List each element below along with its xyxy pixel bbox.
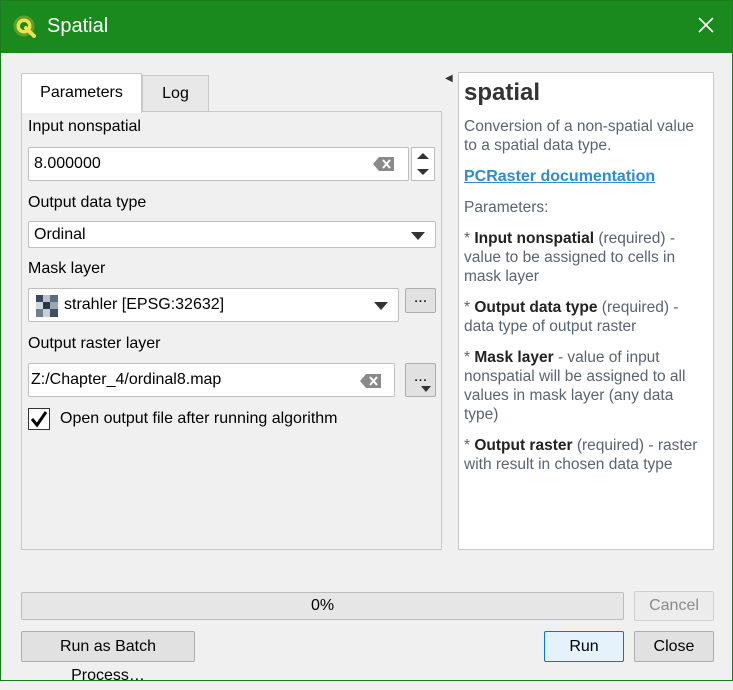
parameters-panel: Input nonspatial 8.000000 Output data ty…	[21, 111, 442, 550]
input-nonspatial-label: Input nonspatial	[28, 118, 141, 135]
help-title: spatial	[464, 79, 541, 106]
batch-button-label: Run as Batch Process…	[59, 638, 157, 684]
input-nonspatial-value: 8.000000	[34, 155, 101, 172]
help-description: Conversion of a non-spatial value to a s…	[464, 118, 695, 154]
open-output-checkbox[interactable]	[28, 408, 50, 430]
chevron-down-icon	[411, 232, 425, 240]
run-button[interactable]: Run	[544, 631, 624, 662]
help-item: * Output raster (required) - raster with…	[464, 437, 698, 473]
close-icon	[698, 17, 714, 33]
clear-text-icon[interactable]	[373, 156, 395, 172]
pcraster-doc-link[interactable]: PCRaster documentation	[464, 168, 655, 185]
spin-buttons[interactable]	[411, 147, 435, 181]
raster-layer-icon	[36, 295, 58, 317]
help-item-req: (required) -	[576, 437, 654, 454]
progress-bar: 0%	[21, 592, 624, 620]
open-output-label: Open output file after running algorithm	[60, 410, 338, 427]
mask-layer-browse-button[interactable]: ...	[405, 288, 436, 313]
tab-log[interactable]: Log	[142, 75, 209, 111]
chevron-down-icon	[421, 386, 431, 392]
output-type-label: Output data type	[28, 194, 147, 211]
help-params-heading: Parameters:	[464, 199, 549, 216]
help-item-name: Output raster	[474, 437, 573, 454]
mask-layer-value: strahler [EPSG:32632]	[64, 296, 225, 313]
help-item: * Mask layer - value of input nonspatial…	[464, 349, 686, 423]
chevron-down-icon	[374, 302, 388, 310]
output-raster-value: Z:/Chapter_4/ordinal8.map	[31, 371, 222, 388]
input-nonspatial-field[interactable]: 8.000000	[28, 147, 409, 181]
output-raster-label: Output raster layer	[28, 335, 161, 352]
checkmark-icon	[30, 411, 48, 428]
collapse-help-arrow-icon[interactable]: ◀	[445, 73, 453, 84]
tab-log-label: Log	[162, 85, 189, 102]
help-panel: spatial Conversion of a non-spatial valu…	[458, 72, 714, 550]
help-item-desc: value to be assigned to cells in mask la…	[464, 249, 676, 285]
help-item: * Output data type (required) - data typ…	[464, 299, 679, 335]
mask-layer-select[interactable]: strahler [EPSG:32632]	[28, 288, 399, 322]
close-button-label: Close	[653, 638, 695, 655]
window-title: Spatial	[47, 15, 109, 37]
help-item-name: Mask layer	[474, 349, 554, 366]
help-item-name: Input nonspatial	[474, 230, 595, 247]
progress-label: 0%	[310, 597, 335, 614]
help-item: * Input nonspatial (required) - value to…	[464, 230, 676, 285]
cancel-button-label: Cancel	[649, 597, 699, 614]
help-item-req: (required) -	[598, 230, 676, 247]
help-item-req: (required) -	[601, 299, 679, 316]
close-button[interactable]: Close	[634, 631, 714, 662]
mask-layer-browse-label: ...	[413, 289, 428, 306]
output-raster-browse-label: ...	[413, 368, 428, 385]
title-bar: Spatial	[1, 1, 732, 53]
help-item-name: Output data type	[474, 299, 598, 316]
tab-parameters[interactable]: Parameters	[21, 73, 142, 113]
qgis-logo-icon	[13, 15, 36, 38]
output-raster-field[interactable]: Z:/Chapter_4/ordinal8.map	[28, 363, 395, 397]
run-button-label: Run	[569, 638, 599, 655]
tab-parameters-label: Parameters	[40, 84, 123, 101]
output-type-select[interactable]: Ordinal	[28, 221, 436, 248]
mask-layer-label: Mask layer	[28, 260, 106, 277]
help-item-desc: data type of output raster	[464, 318, 637, 335]
output-type-value: Ordinal	[34, 226, 86, 243]
dialog-window: Spatial Parameters Log ◀ Input nonspatia…	[0, 0, 733, 684]
cancel-button[interactable]: Cancel	[634, 591, 714, 621]
batch-process-button[interactable]: Run as Batch Process…	[21, 631, 195, 684]
output-raster-browse-button[interactable]: ...	[405, 363, 436, 397]
clear-text-icon[interactable]	[360, 373, 382, 389]
window-close-button[interactable]	[694, 15, 718, 39]
